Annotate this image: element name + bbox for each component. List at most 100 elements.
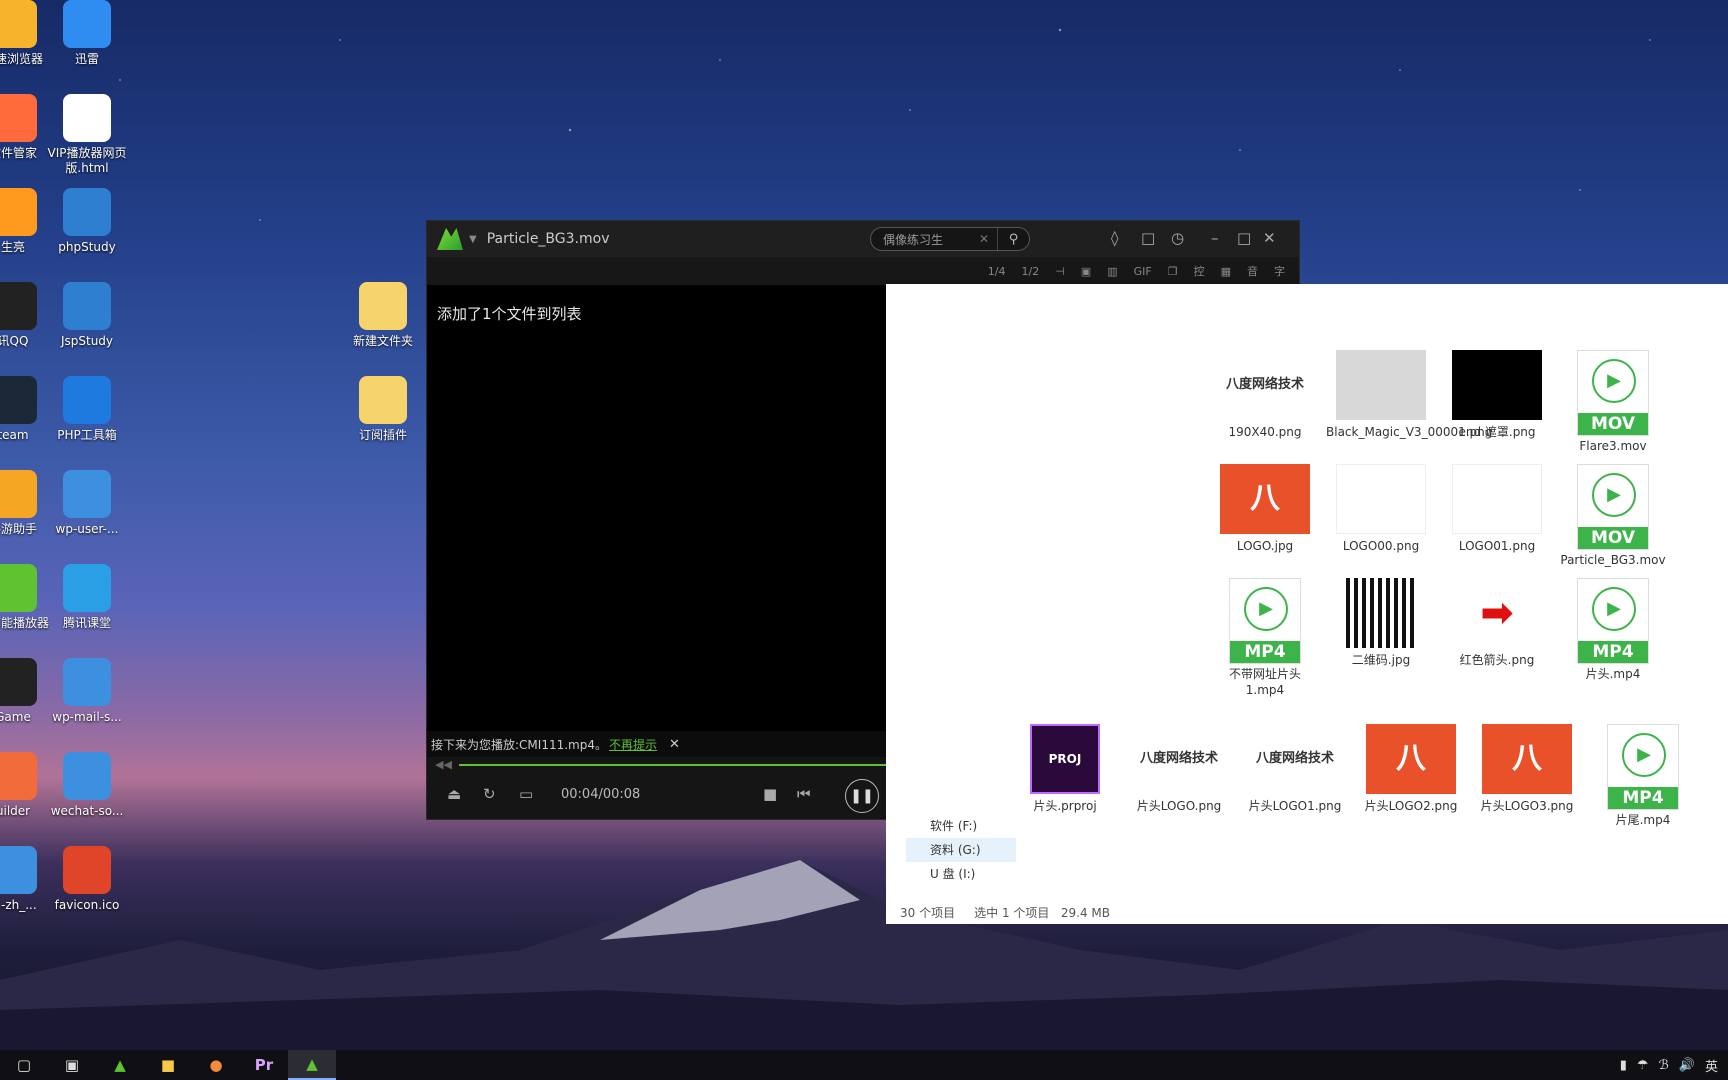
desktop-icon[interactable]: 订阅插件 <box>340 376 426 443</box>
file-item[interactable]: 八 LOGO.jpg <box>1210 464 1320 554</box>
file-item[interactable]: Black_Magic_V3_00001.png <box>1326 350 1492 440</box>
desktop-icon[interactable]: wp-user-... <box>44 470 130 537</box>
file-item[interactable]: LOGO01.png <box>1442 464 1552 554</box>
desktop-icon[interactable]: phpStudy <box>44 188 130 255</box>
phpstudy-icon <box>63 188 111 236</box>
thunder-icon[interactable]: ▲ <box>96 1050 144 1080</box>
loop-icon[interactable]: ↻ <box>483 785 496 803</box>
frame-icon[interactable]: ▣ <box>1081 265 1091 278</box>
history-icon[interactable]: ◷ <box>1171 229 1184 247</box>
file-name: 片头.prproj <box>1033 799 1097 813</box>
speaker-icon[interactable]: 🔊 <box>1679 1058 1695 1073</box>
file-name: 片头LOGO.png <box>1136 799 1222 813</box>
store-icon[interactable]: ▣ <box>48 1050 96 1080</box>
maximize-icon[interactable]: □ <box>1237 229 1251 247</box>
progress-fill <box>459 764 928 766</box>
desktop-icon[interactable]: PHP工具箱 <box>44 376 130 443</box>
close-icon[interactable]: ✕ <box>1263 229 1276 247</box>
screenshot-icon[interactable]: ▥ <box>1107 265 1117 278</box>
explorer-icon[interactable]: ■ <box>144 1050 192 1080</box>
file-item[interactable]: 八片头LOGO2.png <box>1356 724 1466 814</box>
desktop-icon[interactable]: 腾讯课堂 <box>44 564 130 631</box>
eject-icon[interactable]: ⏏ <box>447 785 461 803</box>
desktop-icon[interactable]: 新建文件夹 <box>340 282 426 349</box>
tencent-class-icon <box>63 564 111 612</box>
window-icon[interactable]: ❐ <box>1168 265 1178 278</box>
clear-icon[interactable]: ✕ <box>979 232 989 246</box>
file-item[interactable]: 八度网络技术 190X40.png <box>1210 350 1320 440</box>
mp4-file-icon: ▶ MP4 <box>1577 578 1649 664</box>
player-icon[interactable]: ▲ <box>288 1050 336 1080</box>
play-icon: ▶ <box>1592 359 1636 403</box>
half-size-button[interactable]: 1/2 <box>1022 265 1040 278</box>
desktop-icon[interactable]: wp-mail-s... <box>44 658 130 725</box>
file-item[interactable]: ▶ MOV Flare3.mov <box>1558 350 1668 454</box>
black-image-thumbnail <box>1452 350 1542 420</box>
browser-icon[interactable]: ● <box>192 1050 240 1080</box>
search-icon[interactable]: ⚲ <box>997 228 1029 250</box>
dont-show-link[interactable]: 不再提示 <box>609 736 657 753</box>
file-item[interactable]: end 遮罩.png <box>1442 350 1552 440</box>
file-item[interactable]: 八片头LOGO3.png <box>1472 724 1582 814</box>
stop-icon[interactable]: ■ <box>763 785 777 803</box>
zip-icon <box>63 658 111 706</box>
desktop-icon[interactable]: 迅雷 <box>44 0 130 67</box>
nav-drive-i[interactable]: U 盘 (I:) <box>906 862 1016 886</box>
file-item[interactable]: ▶ MP4 片尾.mp4 <box>1588 724 1698 828</box>
qq-icon <box>0 282 37 330</box>
cast-icon[interactable]: ▭ <box>519 785 533 803</box>
player-logo-icon[interactable] <box>437 228 463 250</box>
file-item[interactable]: LOGO00.png <box>1326 464 1436 554</box>
file-item[interactable]: ➡ 红色箭头.png <box>1442 578 1552 668</box>
system-tray: ▮ ☂ ℬ 🔊 英 <box>1620 1050 1718 1080</box>
file-item[interactable]: ▶ MOV Particle_BG3.mov <box>1558 464 1668 568</box>
desktop-icon[interactable]: JspStudy <box>44 282 130 349</box>
play-icon: ▶ <box>1592 473 1636 517</box>
audio-button[interactable]: 音 <box>1247 263 1258 279</box>
subtitle-button[interactable]: 字 <box>1274 263 1285 279</box>
nav-drive-g[interactable]: 资料 (G:) <box>906 838 1016 862</box>
close-icon[interactable]: ✕ <box>669 737 680 752</box>
logo-thumbnail: 八 <box>1482 724 1572 794</box>
player-titlebar[interactable]: ▼ Particle_BG3.mov 偶像练习生 ✕ ⚲ ◊ □ ◷ – □ ✕ <box>427 221 1299 257</box>
file-type-badge: MOV <box>1578 413 1648 435</box>
control-button[interactable]: 控 <box>1194 263 1205 279</box>
premiere-project-icon: PROJ <box>1030 724 1100 794</box>
file-explorer-window[interactable]: 八度网络技术 190X40.png Black_Magic_V3_00001.png… <box>886 284 1728 924</box>
rewind-icon[interactable]: ◀◀ <box>435 758 452 771</box>
file-item[interactable]: 八度网络技术 片头LOGO1.png <box>1240 724 1350 814</box>
pause-button[interactable]: ❚❚ <box>845 779 879 813</box>
grid-icon[interactable]: ▦ <box>1221 265 1231 278</box>
player-title: Particle_BG3.mov <box>486 231 610 247</box>
player-search-input[interactable]: 偶像练习生 ✕ ⚲ <box>870 227 1030 251</box>
player-subtoolbar: 1/4 1/2 ⊣ ▣ ▥ GIF ❐ 控 ▦ 音 字 <box>427 257 1299 285</box>
desktop-icon[interactable]: wechat-so... <box>44 752 130 819</box>
bluetooth-icon[interactable]: ℬ <box>1659 1058 1669 1073</box>
battery-icon[interactable]: ▮ <box>1620 1058 1627 1073</box>
input-language[interactable]: 英 <box>1705 1056 1718 1075</box>
file-name: 片头LOGO2.png <box>1364 799 1458 813</box>
task-view-icon[interactable]: ▢ <box>0 1050 48 1080</box>
network-icon[interactable]: ☂ <box>1637 1058 1649 1073</box>
hbuilder-icon <box>0 752 37 800</box>
file-item[interactable]: ▶ MP4 片头.mp4 <box>1558 578 1668 682</box>
chevron-down-icon[interactable]: ▼ <box>469 234 477 245</box>
previous-icon[interactable]: ⏮ <box>797 785 811 803</box>
minimize-icon[interactable]: – <box>1211 229 1219 247</box>
file-item[interactable]: 八度网络技术 片头LOGO.png <box>1124 724 1234 814</box>
file-item[interactable]: ▶ MP4 不带网址片头1.mp4 <box>1210 578 1320 698</box>
file-item[interactable]: 二维码.jpg <box>1326 578 1436 668</box>
skin-icon[interactable]: ◊ <box>1111 229 1118 247</box>
file-item[interactable]: PROJ 片头.prproj <box>1010 724 1120 814</box>
desktop-icon[interactable]: VIP播放器网页版.html <box>44 94 130 176</box>
status-count: 30 个项目 <box>900 906 956 920</box>
quarter-size-button[interactable]: 1/4 <box>988 265 1006 278</box>
nav-drive-f[interactable]: 软件 (F:) <box>906 814 1016 838</box>
crop-icon[interactable]: ⊣ <box>1055 265 1065 278</box>
gif-button[interactable]: GIF <box>1134 265 1152 278</box>
desktop-icon[interactable]: favicon.ico <box>44 846 130 913</box>
premiere-icon[interactable]: Pr <box>240 1050 288 1080</box>
html-file-icon <box>63 94 111 142</box>
desktop-icon-label: VIP播放器网页版.html <box>47 146 127 175</box>
shirt-icon[interactable]: □ <box>1141 229 1155 247</box>
